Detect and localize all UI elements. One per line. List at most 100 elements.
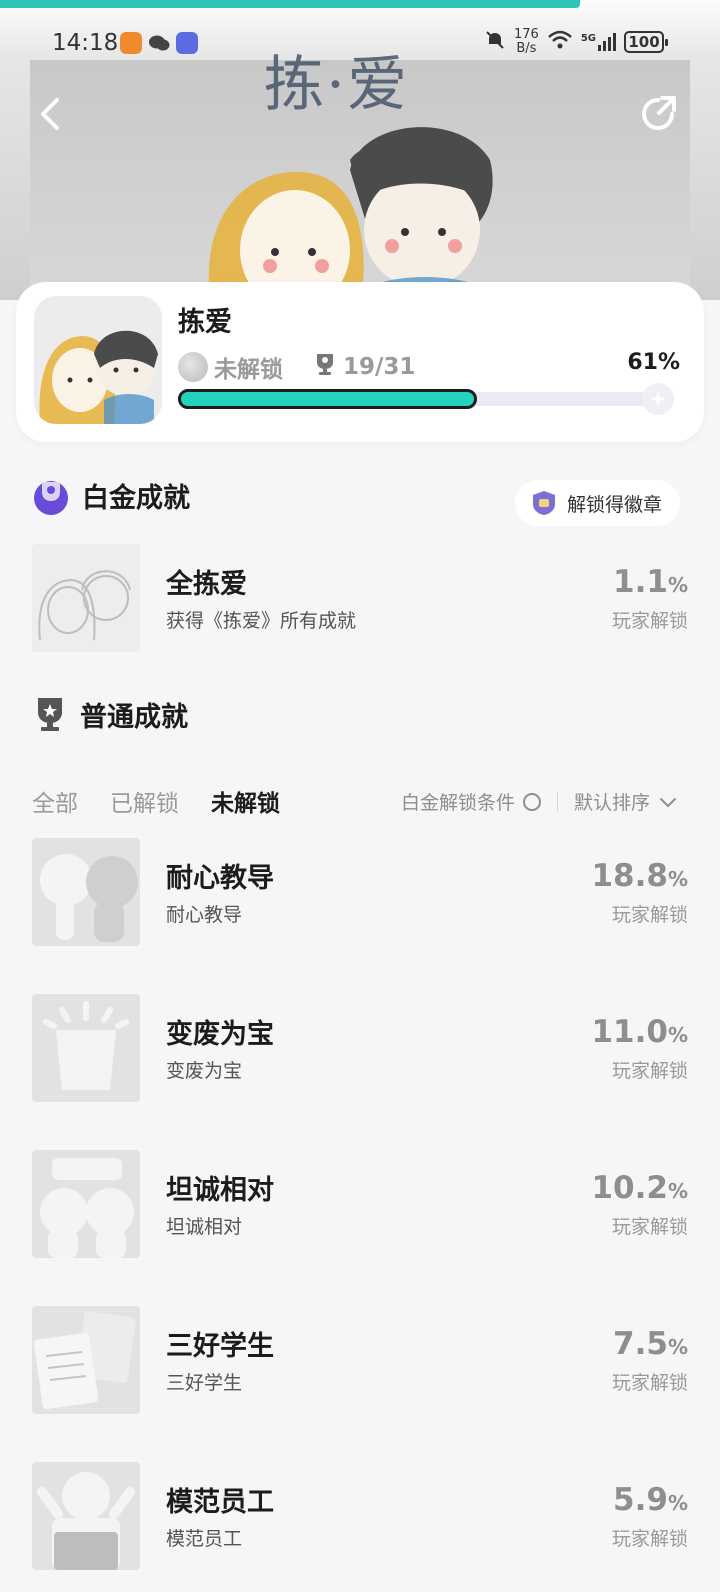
percent-unit: % xyxy=(667,1179,688,1203)
achievement-thumbnail xyxy=(32,544,140,652)
achievement-percent: 10.2% xyxy=(591,1170,688,1206)
radio-circle-icon xyxy=(522,792,541,811)
completion-progress-bar xyxy=(178,383,674,415)
trophy-count: 19/31 xyxy=(343,354,416,380)
sort-dropdown[interactable]: 默认排序 xyxy=(574,788,678,815)
platinum-globe-icon xyxy=(178,352,208,382)
percent-value: 5.9 xyxy=(613,1482,668,1518)
achievement-percent-label: 玩家解锁 xyxy=(611,1372,688,1394)
percent-unit: % xyxy=(667,867,688,891)
tab-unlocked[interactable]: 已解锁 xyxy=(110,784,179,818)
achievement-row[interactable]: 变废为宝 变废为宝 11.0% 玩家解锁 xyxy=(32,994,688,1104)
percent-value: 1.1 xyxy=(613,564,668,600)
share-icon xyxy=(642,96,676,130)
achievement-percent: 1.1% xyxy=(613,564,688,600)
platinum-section-header: 白金成就 xyxy=(32,474,190,516)
achievement-row[interactable]: 耐心教导 耐心教导 18.8% 玩家解锁 xyxy=(32,838,688,948)
achievement-description: 模范员工 xyxy=(166,1528,243,1550)
achievement-percent: 18.8% xyxy=(591,858,688,894)
achievement-percent-label: 玩家解锁 xyxy=(611,1216,688,1238)
percent-unit: % xyxy=(667,573,688,597)
share-button[interactable] xyxy=(636,92,680,136)
achievement-tabs: 全部 已解锁 未解锁 xyxy=(32,784,280,818)
platinum-achievement-row[interactable]: 全拣爱 获得《拣爱》所有成就 1.1% 玩家解锁 xyxy=(32,544,688,654)
achievement-thumbnail xyxy=(32,838,140,946)
achievement-name: 三好学生 xyxy=(166,1331,274,1362)
percent-value: 18.8 xyxy=(591,858,668,894)
achievement-description: 获得《拣爱》所有成就 xyxy=(166,610,357,632)
game-summary-card: 拣爱 未解锁 19/31 61% xyxy=(16,282,704,442)
achievement-name: 变废为宝 xyxy=(166,1019,274,1050)
achievement-thumbnail xyxy=(32,1306,140,1414)
tab-all[interactable]: 全部 xyxy=(32,784,78,818)
trophy-icon xyxy=(315,352,335,382)
achievement-filters: 白金解锁条件 默认排序 xyxy=(401,788,678,815)
app-notification-icon xyxy=(120,32,142,54)
achievement-row[interactable]: 三好学生 三好学生 7.5% 玩家解锁 xyxy=(32,1306,688,1416)
platinum-section-title: 白金成就 xyxy=(82,482,190,514)
progress-fill xyxy=(178,389,477,409)
platinum-condition-label: 白金解锁条件 xyxy=(400,792,515,814)
chevron-down-icon xyxy=(660,797,676,807)
trophy-icon xyxy=(38,698,62,731)
achievement-percent: 11.0% xyxy=(591,1014,688,1050)
wechat-icon xyxy=(148,32,170,54)
percent-unit: % xyxy=(667,1023,688,1047)
percent-value: 7.5 xyxy=(613,1326,668,1362)
chevron-left-icon xyxy=(41,98,59,130)
achievement-percent-label: 玩家解锁 xyxy=(611,610,688,632)
game-name: 拣爱 xyxy=(178,307,232,338)
percent-value: 10.2 xyxy=(591,1170,668,1206)
cellular-signal-icon: 5G xyxy=(581,33,616,51)
normal-section-title: 普通成就 xyxy=(80,701,188,733)
achievement-row[interactable]: 坦诚相对 坦诚相对 10.2% 玩家解锁 xyxy=(32,1150,688,1260)
achievement-percent: 7.5% xyxy=(613,1326,688,1362)
status-time: 14:18 xyxy=(52,30,119,56)
wifi-icon xyxy=(547,29,573,55)
badge-icon xyxy=(532,491,555,515)
achievement-thumbnail xyxy=(32,1462,140,1570)
sort-label: 默认排序 xyxy=(573,792,650,814)
top-loading-bar xyxy=(0,0,580,8)
achievement-percent-label: 玩家解锁 xyxy=(611,904,688,926)
status-right: 176 B/s 5G 100 xyxy=(484,28,668,56)
net-speed-unit: B/s xyxy=(516,41,537,56)
achievement-description: 坦诚相对 xyxy=(166,1216,243,1238)
notification-icons xyxy=(120,32,198,54)
platinum-trophy-icon xyxy=(34,481,68,515)
music-app-icon xyxy=(176,32,198,54)
achievement-name: 模范员工 xyxy=(166,1487,274,1518)
achievement-name: 全拣爱 xyxy=(166,569,247,600)
game-meta: 未解锁 19/31 xyxy=(178,350,415,384)
achievement-percent-label: 玩家解锁 xyxy=(611,1528,688,1550)
signal-label: 5G xyxy=(580,33,596,44)
percent-value: 11.0 xyxy=(591,1014,668,1050)
percent-unit: % xyxy=(667,1335,688,1359)
completion-percent: 61% xyxy=(627,350,680,375)
achievement-thumbnail xyxy=(32,994,140,1102)
normal-section-header: 普通成就 xyxy=(32,694,188,734)
unlock-badge-button[interactable]: 解锁得徽章 xyxy=(514,480,680,526)
platinum-status: 未解锁 xyxy=(214,357,283,383)
filter-divider xyxy=(556,791,558,812)
game-cover-image[interactable] xyxy=(34,296,162,424)
net-speed-value: 176 xyxy=(514,27,539,42)
achievement-description: 三好学生 xyxy=(166,1372,243,1394)
back-button[interactable] xyxy=(28,92,72,136)
progress-end-star-icon xyxy=(642,383,674,415)
achievement-name: 耐心教导 xyxy=(166,863,274,894)
tab-locked[interactable]: 未解锁 xyxy=(211,784,280,818)
mute-icon xyxy=(484,29,506,55)
unlock-badge-label: 解锁得徽章 xyxy=(566,493,662,516)
net-speed: 176 B/s xyxy=(514,28,539,56)
battery-indicator: 100 xyxy=(624,31,668,53)
achievement-row[interactable]: 模范员工 模范员工 5.9% 玩家解锁 xyxy=(32,1462,688,1572)
platinum-condition-filter[interactable]: 白金解锁条件 xyxy=(401,788,541,815)
achievement-description: 耐心教导 xyxy=(166,904,243,926)
achievement-percent-label: 玩家解锁 xyxy=(611,1060,688,1082)
achievement-name: 坦诚相对 xyxy=(166,1175,274,1206)
percent-unit: % xyxy=(667,1491,688,1515)
achievement-description: 变废为宝 xyxy=(166,1060,243,1082)
achievement-percent: 5.9% xyxy=(613,1482,688,1518)
achievement-thumbnail xyxy=(32,1150,140,1258)
